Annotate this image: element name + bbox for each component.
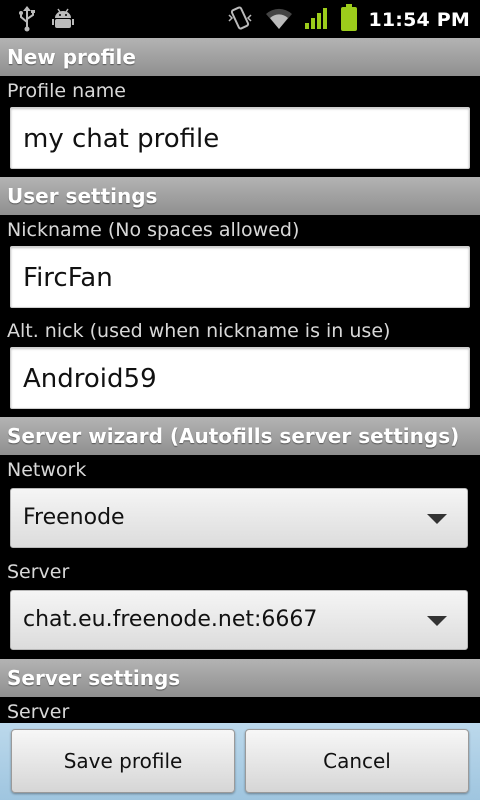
profile-form: New profile Profile name my chat profile… [0,38,480,723]
clock: 11:54 PM [368,9,470,31]
server-settings-server-label: Server [7,701,70,723]
signal-icon [304,6,330,34]
network-label: Network [7,459,87,481]
wifi-icon [264,6,294,34]
chevron-down-icon [427,514,447,524]
network-dropdown[interactable]: Freenode [10,488,468,548]
section-header-server-wizard: Server wizard (Autofills server settings… [0,417,480,455]
chevron-down-icon [427,616,447,626]
usb-icon [18,6,36,36]
profile-name-label: Profile name [7,80,127,102]
server-selected-value: chat.eu.freenode.net:6667 [23,607,318,632]
status-bar: 11:54 PM [0,0,480,38]
vibrate-icon [226,5,254,35]
nickname-input[interactable]: FircFan [10,246,470,308]
server-label: Server [7,561,70,583]
profile-name-input[interactable]: my chat profile [10,107,470,169]
section-header-user-settings: User settings [0,177,480,215]
cancel-button[interactable]: Cancel [245,729,469,793]
section-header-server-settings: Server settings [0,659,480,697]
alt-nick-label: Alt. nick (used when nickname is in use) [7,320,391,342]
save-profile-button[interactable]: Save profile [11,729,235,793]
section-header-new-profile: New profile [0,38,480,76]
nickname-label: Nickname (No spaces allowed) [7,219,300,241]
android-debug-icon [52,7,74,35]
network-selected-value: Freenode [23,505,125,530]
alt-nick-input[interactable]: Android59 [10,347,470,409]
bottom-button-bar: Save profile Cancel [0,723,480,800]
server-dropdown[interactable]: chat.eu.freenode.net:6667 [10,590,468,650]
battery-icon [340,4,358,36]
